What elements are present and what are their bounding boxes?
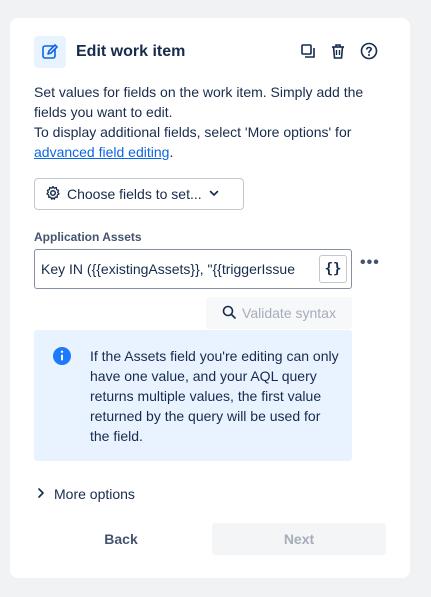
edit-work-item-panel: Edit work item Set values for fields on … (10, 18, 410, 578)
next-button[interactable]: Next (212, 523, 386, 555)
help-button[interactable] (357, 40, 381, 64)
trash-icon (330, 43, 346, 62)
more-options-label: More options (54, 486, 135, 502)
chevron-down-icon (208, 186, 220, 202)
description-period: . (169, 144, 174, 160)
more-options-toggle[interactable]: More options (36, 484, 135, 504)
chevron-right-icon (36, 486, 46, 502)
choose-fields-button[interactable]: Choose fields to set... (34, 178, 244, 210)
help-icon (360, 42, 378, 63)
more-actions-button[interactable]: ••• (360, 255, 382, 276)
info-icon (52, 346, 72, 366)
validate-syntax-label: Validate syntax (242, 305, 336, 321)
description-text: Set values for fields on the work item. … (34, 84, 364, 120)
validate-syntax-button[interactable]: Validate syntax (206, 297, 352, 329)
aql-query-input[interactable]: Key IN ({{existingAssets}}, "{{triggerIs… (34, 249, 352, 289)
aql-query-value[interactable]: Key IN ({{existingAssets}}, "{{triggerIs… (41, 261, 315, 277)
back-button[interactable]: Back (34, 523, 208, 555)
copy-button[interactable] (296, 40, 320, 64)
info-message: If the Assets field you're editing can o… (34, 330, 352, 461)
page-title: Edit work item (76, 43, 186, 60)
edit-icon (34, 36, 66, 68)
choose-fields-label: Choose fields to set... (67, 186, 202, 202)
panel-header: Edit work item (34, 36, 386, 68)
advanced-field-editing-link[interactable]: advanced field editing (34, 144, 169, 160)
smart-value-button[interactable]: {} (319, 255, 347, 283)
gear-icon (45, 185, 61, 204)
search-icon (222, 305, 236, 322)
description-text-2: To display additional fields, select 'Mo… (34, 124, 352, 140)
panel-description: Set values for fields on the work item. … (34, 82, 394, 162)
application-assets-label: Application Assets (34, 230, 142, 244)
copy-icon (300, 43, 316, 62)
delete-button[interactable] (326, 40, 350, 64)
info-text: If the Assets field you're editing can o… (90, 348, 339, 444)
